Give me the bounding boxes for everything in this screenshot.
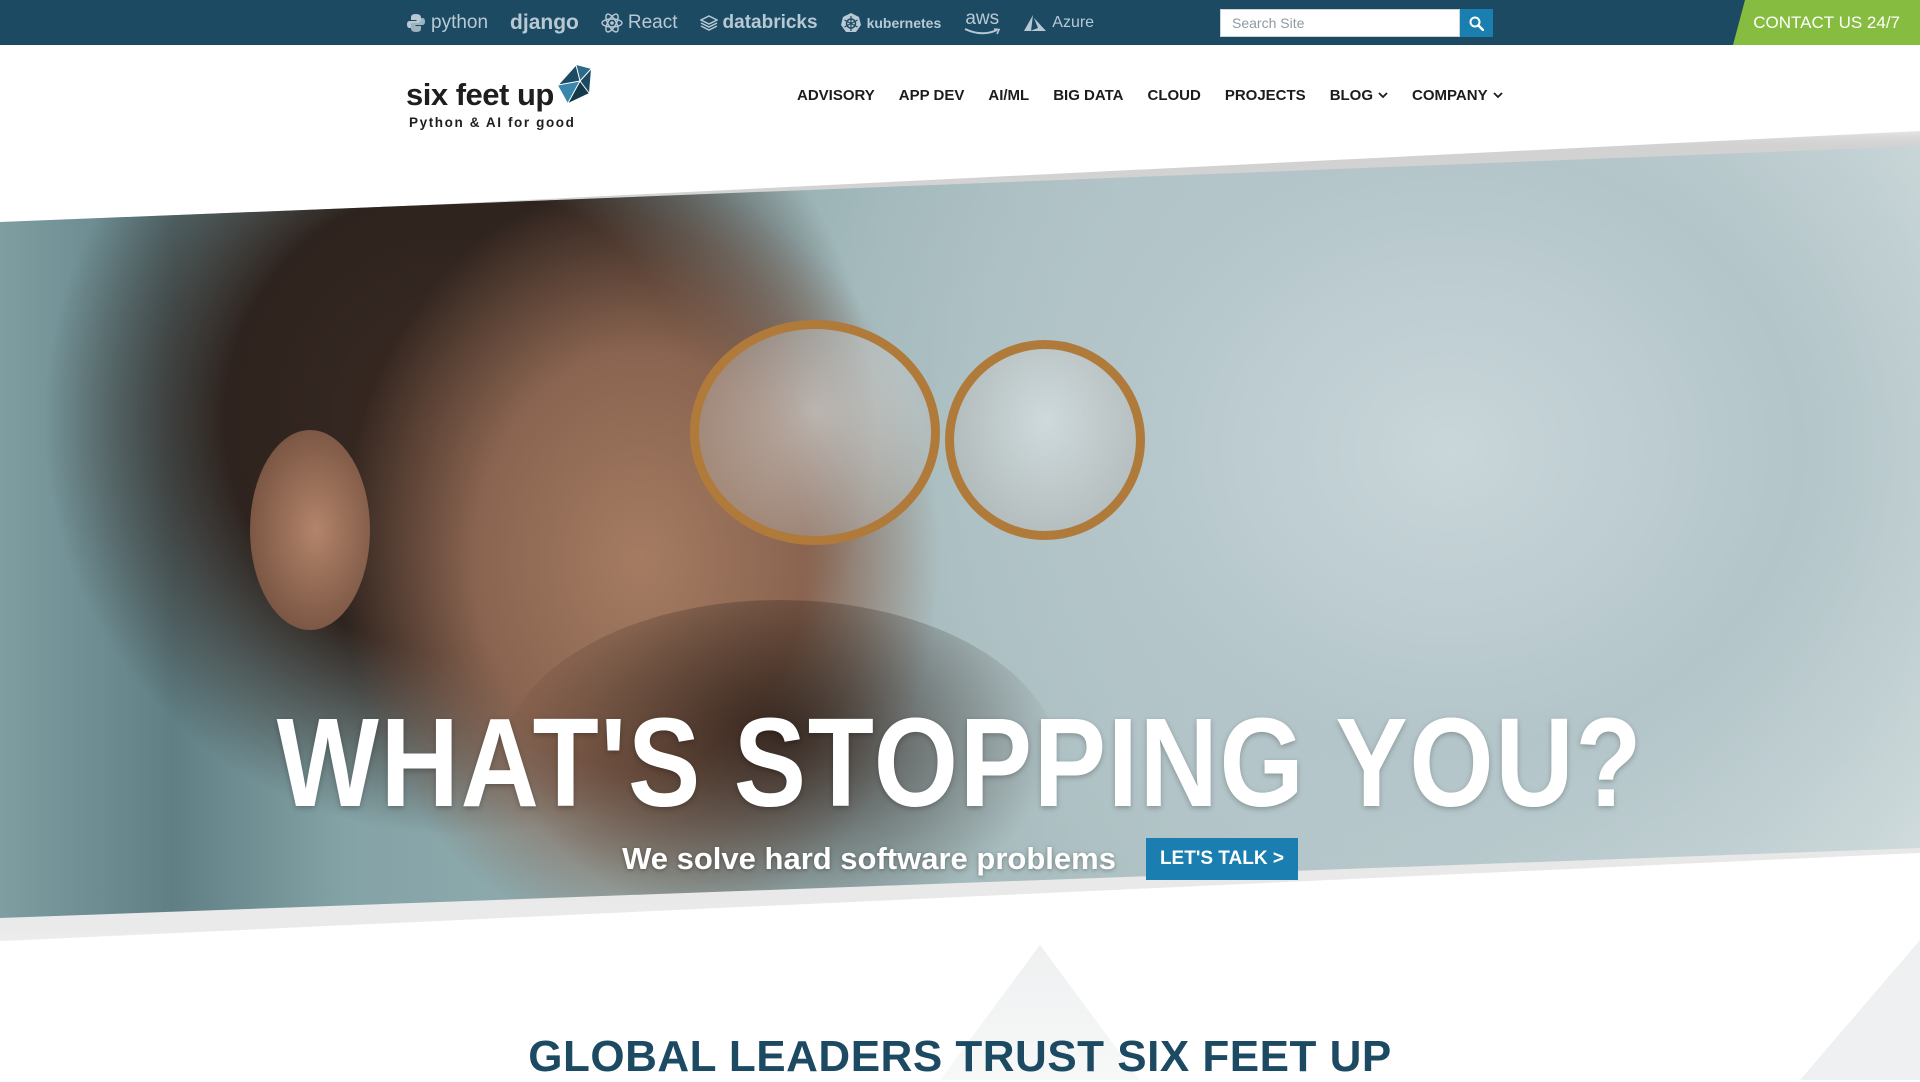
python-icon <box>407 13 425 32</box>
contact-us-button[interactable]: CONTACT US 24/7 <box>1733 0 1920 45</box>
tech-logo-azure[interactable]: Azure <box>1023 14 1094 32</box>
hero-photo-glasses-right <box>945 340 1145 540</box>
nav-item-projects[interactable]: PROJECTS <box>1225 87 1306 104</box>
nav-label: CLOUD <box>1147 86 1201 104</box>
nav-label: ADVISORY <box>797 86 875 104</box>
nav-item-advisory[interactable]: ADVISORY <box>797 87 875 104</box>
lets-talk-label: LET'S TALK > <box>1159 848 1284 869</box>
tech-logo-django[interactable]: django <box>510 11 579 35</box>
chevron-down-icon <box>1492 91 1503 98</box>
site-search <box>1220 9 1493 37</box>
hero-photo-glasses-left <box>690 320 940 545</box>
tech-logo-label: django <box>510 10 579 34</box>
lets-talk-button[interactable]: LET'S TALK > <box>1145 838 1298 880</box>
tech-logo-kubernetes[interactable]: kubernetes <box>840 12 942 34</box>
nav-label: AI/ML <box>988 86 1030 104</box>
main-nav: ADVISORY APP DEV AI/ML BIG DATA CLOUD PR… <box>797 45 1503 145</box>
contact-us-label: CONTACT US 24/7 <box>1753 12 1900 32</box>
hero-photo-ear <box>250 430 370 630</box>
tech-logo-python[interactable]: python <box>406 12 488 34</box>
brand-logo[interactable]: six feet up Python & AI for good <box>406 55 606 135</box>
tech-logo-react[interactable]: React <box>601 12 678 34</box>
nav-item-cloud[interactable]: CLOUD <box>1148 87 1201 104</box>
nav-item-app-dev[interactable]: APP DEV <box>899 87 965 104</box>
azure-icon <box>1024 14 1047 31</box>
tech-logo-label: aws <box>965 7 1000 29</box>
tech-logo-label: React <box>627 11 678 33</box>
nav-label: BIG DATA <box>1053 86 1124 104</box>
tech-logos: python django React databricks kubernete… <box>406 0 1094 45</box>
chevron-down-icon <box>1378 91 1388 98</box>
tech-logo-label: python <box>431 11 489 33</box>
tech-logo-label: databricks <box>722 11 818 33</box>
geodesic-mark-icon <box>557 64 592 104</box>
top-bar: python django React databricks kubernete… <box>0 0 1920 45</box>
brand-name: six feet up <box>406 77 554 112</box>
aws-smile-icon <box>964 27 1001 34</box>
tech-logo-aws[interactable]: aws <box>963 7 1001 36</box>
hero-title: WHAT'S STOPPING YOU? <box>276 692 1644 833</box>
nav-item-company[interactable]: COMPANY <box>1412 87 1503 104</box>
search-icon <box>1469 16 1484 31</box>
nav-label: BLOG <box>1329 86 1374 104</box>
nav-item-ai-ml[interactable]: AI/ML <box>988 87 1029 104</box>
tech-logo-label: Azure <box>1052 13 1095 31</box>
nav-item-big-data[interactable]: BIG DATA <box>1053 87 1123 104</box>
react-icon <box>601 12 623 33</box>
nav-label: PROJECTS <box>1224 86 1306 104</box>
trust-heading: GLOBAL LEADERS TRUST SIX FEET UP <box>528 1032 1392 1081</box>
nav-item-blog[interactable]: BLOG <box>1330 87 1388 104</box>
search-input[interactable] <box>1220 9 1460 37</box>
brand-tagline: Python & AI for good <box>409 115 576 130</box>
nav-label: COMPANY <box>1412 86 1488 104</box>
kubernetes-icon <box>840 12 861 32</box>
hero-subtitle: We solve hard software problems <box>622 841 1116 876</box>
databricks-icon <box>699 14 718 31</box>
tech-logo-label: kubernetes <box>866 14 942 31</box>
search-button[interactable] <box>1460 9 1493 37</box>
tech-logo-databricks[interactable]: databricks <box>699 11 818 34</box>
hero-subtitle-row: We solve hard software problems LET'S TA… <box>0 837 1920 881</box>
site-header: six feet up Python & AI for good ADVISOR… <box>0 45 1920 145</box>
nav-label: APP DEV <box>898 86 965 104</box>
